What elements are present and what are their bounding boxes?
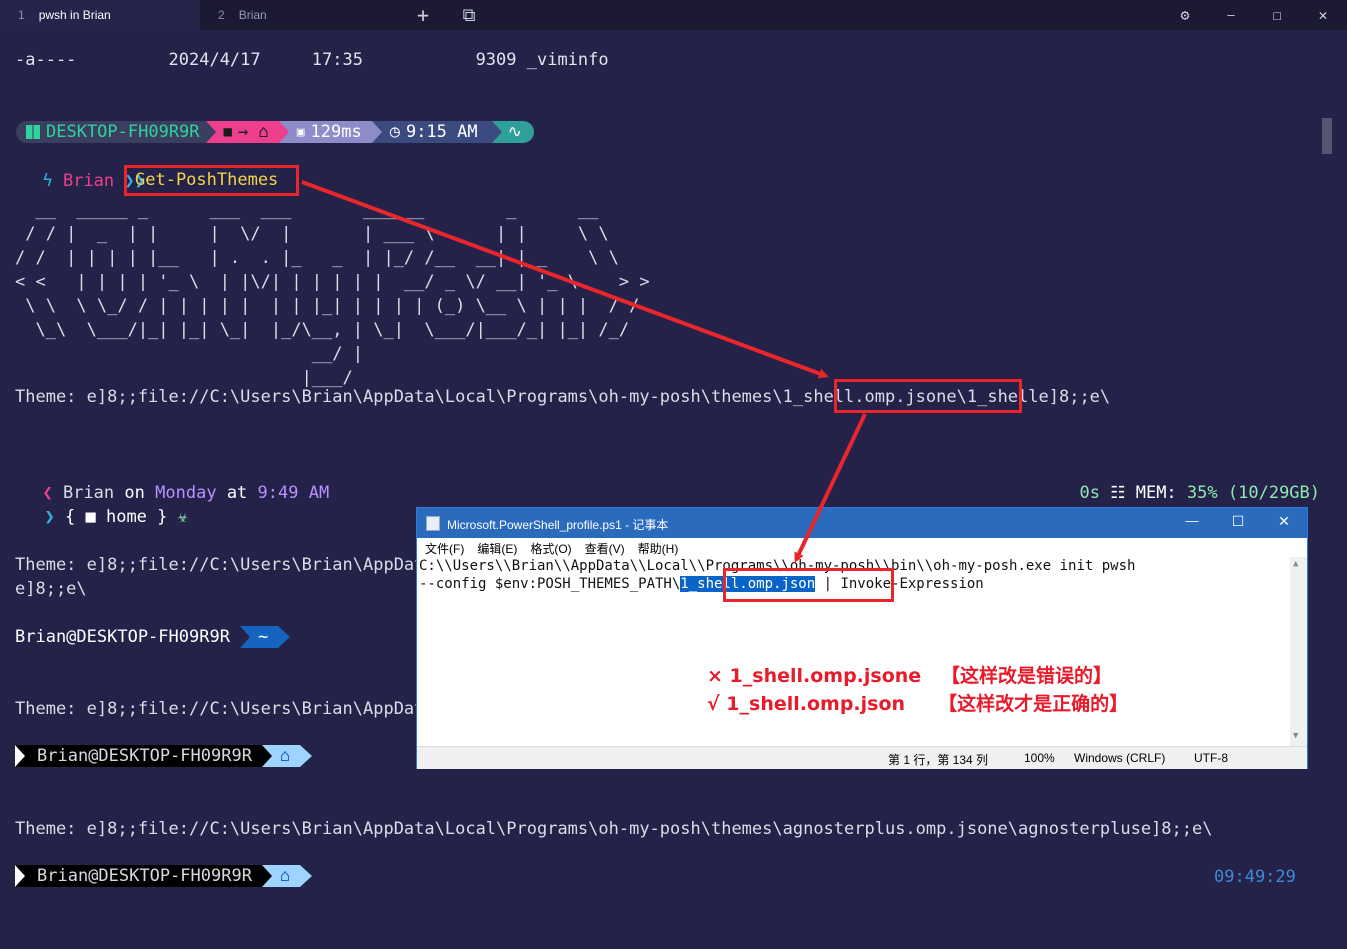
annotation-arrows <box>301 180 867 563</box>
arrow-theme-to-notepad <box>794 413 867 563</box>
arrow-command-to-theme <box>301 180 829 379</box>
